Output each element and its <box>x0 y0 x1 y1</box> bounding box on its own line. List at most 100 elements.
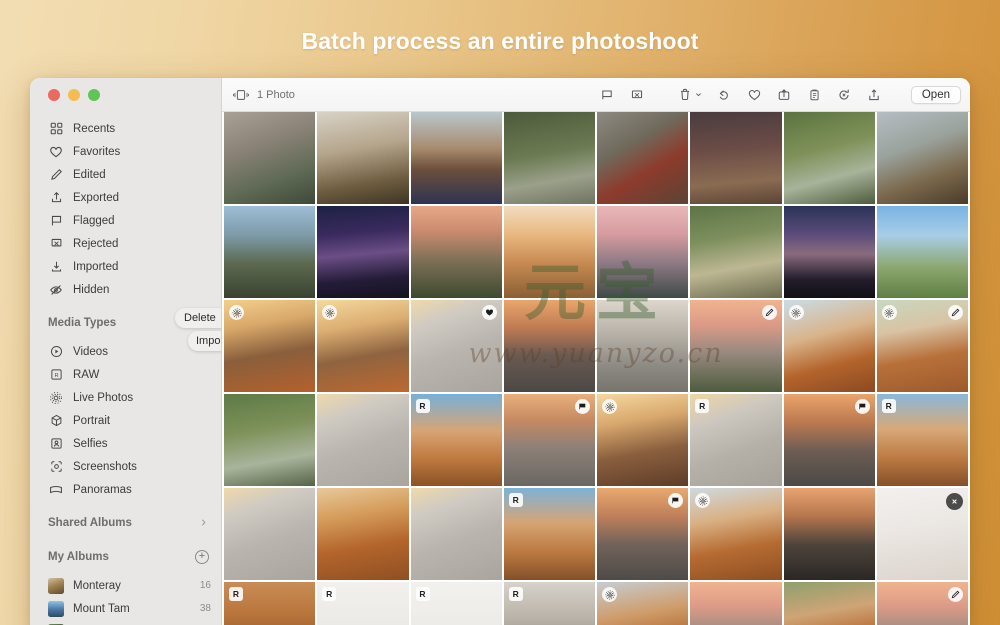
photo-cell[interactable] <box>224 394 316 486</box>
photo-cell[interactable] <box>597 300 689 392</box>
sidebar-album-monteray[interactable]: Monteray 16 <box>30 574 221 597</box>
import-label: Import… <box>196 335 221 347</box>
sidebar-item-selfies[interactable]: Selfies <box>30 432 221 455</box>
share-button[interactable] <box>866 86 883 103</box>
flag-icon <box>575 399 590 414</box>
photo-cell[interactable]: R <box>503 488 595 580</box>
photo-cell[interactable] <box>876 582 968 625</box>
photo-cell[interactable]: R <box>410 582 502 625</box>
photo-cell[interactable] <box>783 394 875 486</box>
photo-cell[interactable]: R <box>317 582 409 625</box>
sidebar-item-rejected[interactable]: Rejected <box>30 232 221 255</box>
plus-circle-icon[interactable]: + <box>195 549 209 564</box>
sidebar-item-label: Rejected <box>73 237 119 250</box>
photo-grid: R R R R R R R R <box>222 112 970 625</box>
photo-cell[interactable]: R <box>410 394 502 486</box>
photo-cell[interactable] <box>410 206 502 298</box>
photo-cell[interactable] <box>317 488 409 580</box>
photo-cell[interactable] <box>224 206 316 298</box>
sidebar-albums-list: Monteray 16 Mount Tam 38 Muir Woods 147 <box>30 569 221 625</box>
sidebar-item-panoramas[interactable]: Panoramas <box>30 478 221 501</box>
favorite-button[interactable] <box>746 86 763 103</box>
photo-cell[interactable]: R <box>876 394 968 486</box>
photo-grid-wrapper[interactable]: RRRRRRRR 元宝 www.yuanyzo.cn <box>222 112 970 625</box>
sidebar-item-label: Screenshots <box>73 460 137 473</box>
photo-cell[interactable] <box>876 112 968 204</box>
minimize-button[interactable] <box>68 89 80 101</box>
photo-cell[interactable]: R <box>503 582 595 625</box>
photo-cell[interactable] <box>597 582 689 625</box>
sidebar-album-muir-woods[interactable]: Muir Woods 147 <box>30 620 221 625</box>
photo-cell[interactable] <box>503 206 595 298</box>
sidebar-toggle-icon[interactable] <box>232 86 249 103</box>
live-photo-icon <box>602 587 617 602</box>
photo-thumbnail <box>317 394 409 486</box>
photo-cell[interactable] <box>876 488 968 580</box>
photo-cell[interactable] <box>876 206 968 298</box>
photo-cell[interactable] <box>410 300 502 392</box>
photo-cell[interactable] <box>597 112 689 204</box>
maximize-button[interactable] <box>88 89 100 101</box>
photo-cell[interactable] <box>690 488 782 580</box>
photo-cell[interactable] <box>317 394 409 486</box>
live-photo-icon <box>788 305 804 320</box>
photo-cell[interactable] <box>597 206 689 298</box>
sidebar-item-exported[interactable]: Exported <box>30 186 221 209</box>
edited-icon <box>761 305 777 320</box>
sidebar-item-recents[interactable]: Recents <box>30 117 221 140</box>
delete-button[interactable] <box>678 86 703 103</box>
photo-cell[interactable] <box>410 488 502 580</box>
import-pill-button[interactable]: Import… <box>188 331 221 351</box>
favorite-icon <box>481 305 497 320</box>
photo-cell[interactable] <box>317 206 409 298</box>
photo-thumbnail <box>503 206 595 298</box>
photo-cell[interactable] <box>503 300 595 392</box>
photo-cell[interactable] <box>317 300 409 392</box>
sidebar-album-mount-tam[interactable]: Mount Tam 38 <box>30 597 221 620</box>
flag-button[interactable] <box>599 86 616 103</box>
sidebar-item-screenshots[interactable]: Screenshots <box>30 455 221 478</box>
sidebar-item-portrait[interactable]: Portrait <box>30 409 221 432</box>
chevron-right-icon[interactable] <box>198 517 209 528</box>
close-button[interactable] <box>48 89 60 101</box>
sidebar-item-edited[interactable]: Edited <box>30 163 221 186</box>
photo-cell[interactable] <box>597 488 689 580</box>
photo-cell[interactable] <box>690 112 782 204</box>
metadata-button[interactable] <box>806 86 823 103</box>
photo-cell[interactable] <box>783 582 875 625</box>
photo-thumbnail <box>597 112 689 204</box>
reject-button[interactable] <box>629 86 646 103</box>
photo-cell[interactable]: R <box>690 394 782 486</box>
photo-cell[interactable] <box>783 488 875 580</box>
delete-pill-button[interactable]: Delete 1 <box>175 308 221 328</box>
crop-button[interactable] <box>776 86 793 103</box>
photo-cell[interactable]: R <box>224 582 316 625</box>
photo-cell[interactable] <box>410 112 502 204</box>
photo-cell[interactable] <box>690 206 782 298</box>
sidebar-item-live-photos[interactable]: Live Photos <box>30 386 221 409</box>
photo-cell[interactable] <box>876 300 968 392</box>
photo-cell[interactable] <box>503 112 595 204</box>
sidebar-item-flagged[interactable]: Flagged <box>30 209 221 232</box>
rejected-icon <box>946 493 963 510</box>
photo-cell[interactable] <box>783 206 875 298</box>
sidebar-item-imported[interactable]: Imported <box>30 255 221 278</box>
photo-cell[interactable] <box>224 112 316 204</box>
sidebar-item-hidden[interactable]: Hidden <box>30 278 221 301</box>
photo-cell[interactable] <box>690 582 782 625</box>
photo-thumbnail <box>410 206 502 298</box>
open-button[interactable]: Open <box>910 85 961 104</box>
sidebar-item-favorites[interactable]: Favorites <box>30 140 221 163</box>
sidebar-item-raw[interactable]: R RAW <box>30 363 221 386</box>
photo-cell[interactable] <box>503 394 595 486</box>
rotate-button[interactable] <box>716 86 733 103</box>
photo-cell[interactable] <box>317 112 409 204</box>
photo-cell[interactable] <box>690 300 782 392</box>
photo-cell[interactable] <box>224 488 316 580</box>
photo-cell[interactable] <box>224 300 316 392</box>
sidebar-section-shared-albums[interactable]: Shared Albums <box>30 510 221 535</box>
photo-cell[interactable] <box>783 300 875 392</box>
revert-button[interactable] <box>836 86 853 103</box>
photo-cell[interactable] <box>597 394 689 486</box>
photo-cell[interactable] <box>783 112 875 204</box>
